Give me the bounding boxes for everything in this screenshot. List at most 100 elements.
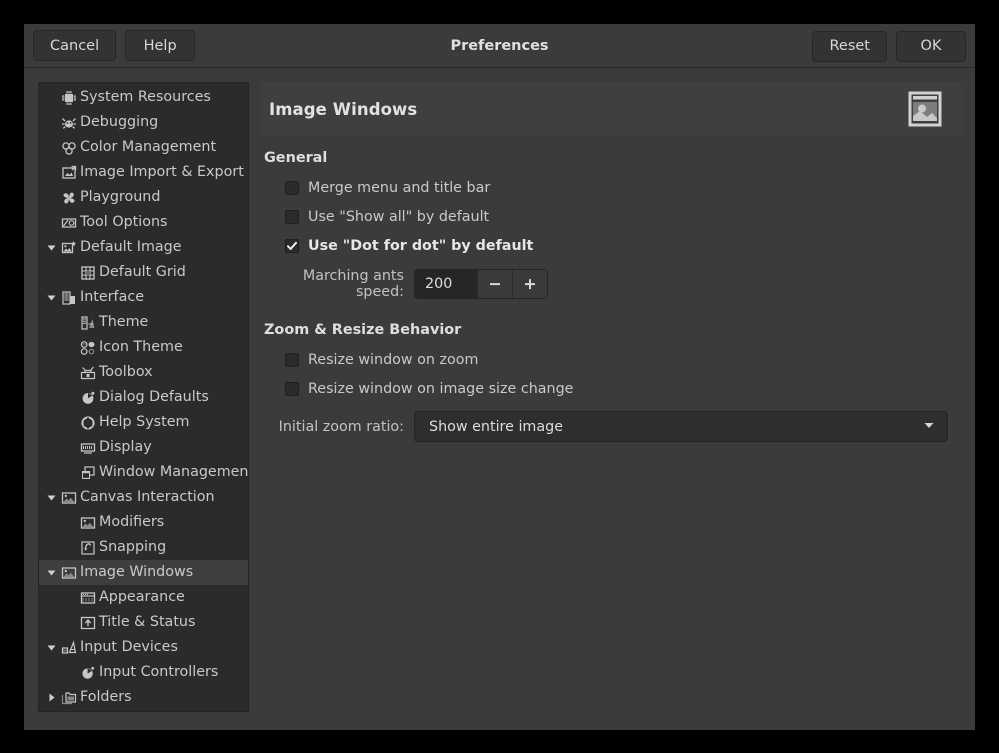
initial-zoom-ratio-select[interactable]: Show entire image bbox=[414, 411, 948, 442]
marching-ants-speed-row: Marching ants speed:200 bbox=[264, 268, 957, 300]
canvas-icon bbox=[60, 489, 78, 507]
cancel-button[interactable]: Cancel bbox=[33, 30, 116, 61]
expander-expanded-icon[interactable] bbox=[42, 292, 60, 303]
sidebar-item-label: Color Management bbox=[80, 140, 216, 154]
checkbox-label: Merge menu and title bar bbox=[308, 180, 490, 196]
sidebar-item-label: Theme bbox=[99, 315, 148, 329]
expander-expanded-icon[interactable] bbox=[42, 642, 60, 653]
preferences-dialog: Cancel Help Preferences Reset OK System … bbox=[24, 24, 975, 730]
marching-ants-speed-label: Marching ants speed: bbox=[264, 268, 414, 300]
sidebar-item-debugging[interactable]: Debugging bbox=[39, 110, 248, 135]
icon-theme-icon bbox=[79, 339, 97, 357]
expander-expanded-icon[interactable] bbox=[42, 492, 60, 503]
sidebar-item-label: Snapping bbox=[99, 540, 166, 554]
appearance-icon bbox=[79, 589, 97, 607]
help-button[interactable]: Help bbox=[125, 30, 195, 61]
color-management-icon bbox=[60, 139, 78, 157]
sidebar-item-playground[interactable]: Playground bbox=[39, 185, 248, 210]
preferences-content-pane: Image Windows GeneralMerge menu and titl… bbox=[260, 82, 961, 712]
reset-button[interactable]: Reset bbox=[812, 31, 887, 62]
sidebar-item-tool-options[interactable]: Tool Options bbox=[39, 210, 248, 235]
sidebar-item-label: Toolbox bbox=[99, 365, 153, 379]
sidebar-item-color-management[interactable]: Color Management bbox=[39, 135, 248, 160]
sidebar-item-input-controllers[interactable]: Input Controllers bbox=[39, 660, 248, 685]
initial-zoom-ratio-row: Initial zoom ratio: Show entire image bbox=[264, 411, 957, 442]
sidebar-item-icon-theme[interactable]: Icon Theme bbox=[39, 335, 248, 360]
snapping-icon bbox=[79, 539, 97, 557]
sidebar-item-image-windows[interactable]: Image Windows bbox=[39, 560, 248, 585]
sidebar-item-label: System Resources bbox=[80, 90, 211, 104]
checkbox-checked-icon[interactable] bbox=[285, 239, 299, 253]
display-icon bbox=[79, 439, 97, 457]
checkbox-unchecked-icon[interactable] bbox=[285, 181, 299, 195]
marching-ants-speed-input[interactable]: 200 bbox=[415, 270, 477, 298]
sidebar-item-label: Image Import & Export bbox=[80, 165, 244, 179]
sidebar-item-modifiers[interactable]: Modifiers bbox=[39, 510, 248, 535]
input-controllers-icon bbox=[79, 664, 97, 682]
import-export-icon bbox=[60, 164, 78, 182]
initial-zoom-ratio-label: Initial zoom ratio: bbox=[264, 419, 414, 435]
checkbox-row[interactable]: Use "Show all" by default bbox=[264, 205, 957, 228]
folders-icon bbox=[60, 689, 78, 707]
preferences-sidebar-tree[interactable]: System Resources Debugging Color Managemen… bbox=[38, 82, 249, 712]
checkbox-label: Use "Dot for dot" by default bbox=[308, 238, 533, 254]
window-management-icon bbox=[79, 464, 97, 482]
sidebar-item-default-grid[interactable]: Default Grid bbox=[39, 260, 248, 285]
plus-icon[interactable] bbox=[512, 270, 547, 298]
sidebar-item-title-status[interactable]: Title & Status bbox=[39, 610, 248, 635]
sidebar-item-folders[interactable]: Folders bbox=[39, 685, 248, 710]
expander-expanded-icon[interactable] bbox=[42, 242, 60, 253]
grid-icon bbox=[79, 264, 97, 282]
page-title: Image Windows bbox=[269, 100, 417, 119]
dialog-body: System Resources Debugging Color Managemen… bbox=[24, 68, 975, 730]
checkbox-row[interactable]: Resize window on zoom bbox=[264, 348, 957, 371]
page-header: Image Windows bbox=[260, 82, 961, 136]
checkbox-unchecked-icon[interactable] bbox=[285, 210, 299, 224]
sidebar-item-label: Dialog Defaults bbox=[99, 390, 209, 404]
sidebar-item-image-import-export[interactable]: Image Import & Export bbox=[39, 160, 248, 185]
dialog-header-bar: Cancel Help Preferences Reset OK bbox=[24, 24, 975, 68]
sidebar-item-label: Canvas Interaction bbox=[80, 490, 215, 504]
marching-ants-speed-stepper[interactable]: 200 bbox=[414, 269, 548, 299]
toolbox-icon bbox=[79, 364, 97, 382]
expander-expanded-icon[interactable] bbox=[42, 567, 60, 578]
sidebar-item-label: Input Controllers bbox=[99, 665, 218, 679]
title-status-icon bbox=[79, 614, 97, 632]
sidebar-item-label: Icon Theme bbox=[99, 340, 183, 354]
checkbox-unchecked-icon[interactable] bbox=[285, 353, 299, 367]
section-title: Zoom & Resize Behavior bbox=[264, 322, 957, 338]
sidebar-item-label: Image Windows bbox=[80, 565, 193, 579]
page-body: GeneralMerge menu and title barUse "Show… bbox=[260, 136, 961, 464]
sidebar-item-input-devices[interactable]: Input Devices bbox=[39, 635, 248, 660]
ok-button[interactable]: OK bbox=[896, 31, 966, 62]
sidebar-item-label: Title & Status bbox=[99, 615, 195, 629]
sidebar-item-label: Appearance bbox=[99, 590, 185, 604]
checkbox-unchecked-icon[interactable] bbox=[285, 382, 299, 396]
sidebar-item-dialog-defaults[interactable]: Dialog Defaults bbox=[39, 385, 248, 410]
modifiers-icon bbox=[79, 514, 97, 532]
sidebar-item-snapping[interactable]: Snapping bbox=[39, 535, 248, 560]
checkbox-row[interactable]: Merge menu and title bar bbox=[264, 176, 957, 199]
header-right-buttons: Reset OK bbox=[812, 24, 966, 68]
sidebar-item-canvas-interaction[interactable]: Canvas Interaction bbox=[39, 485, 248, 510]
sidebar-item-help-system[interactable]: Help System bbox=[39, 410, 248, 435]
sidebar-item-label: Debugging bbox=[80, 115, 158, 129]
sidebar-item-appearance[interactable]: Appearance bbox=[39, 585, 248, 610]
sidebar-item-interface[interactable]: Interface bbox=[39, 285, 248, 310]
minus-icon[interactable] bbox=[477, 270, 512, 298]
sidebar-item-display[interactable]: Display bbox=[39, 435, 248, 460]
sidebar-item-theme[interactable]: Theme bbox=[39, 310, 248, 335]
sidebar-item-label: Tool Options bbox=[80, 215, 167, 229]
sidebar-item-window-management[interactable]: Window Management bbox=[39, 460, 248, 485]
expander-collapsed-icon[interactable] bbox=[42, 692, 60, 703]
checkbox-row[interactable]: Resize window on image size change bbox=[264, 377, 957, 400]
playground-icon bbox=[60, 189, 78, 207]
sidebar-item-system-resources[interactable]: System Resources bbox=[39, 85, 248, 110]
initial-zoom-ratio-value: Show entire image bbox=[429, 419, 563, 435]
sidebar-item-toolbox[interactable]: Toolbox bbox=[39, 360, 248, 385]
sidebar-item-default-image[interactable]: Default Image bbox=[39, 235, 248, 260]
sidebar-item-label: Help System bbox=[99, 415, 189, 429]
sidebar-item-label: Folders bbox=[80, 690, 132, 704]
chevron-down-icon[interactable] bbox=[922, 417, 936, 436]
checkbox-row[interactable]: Use "Dot for dot" by default bbox=[264, 234, 957, 257]
